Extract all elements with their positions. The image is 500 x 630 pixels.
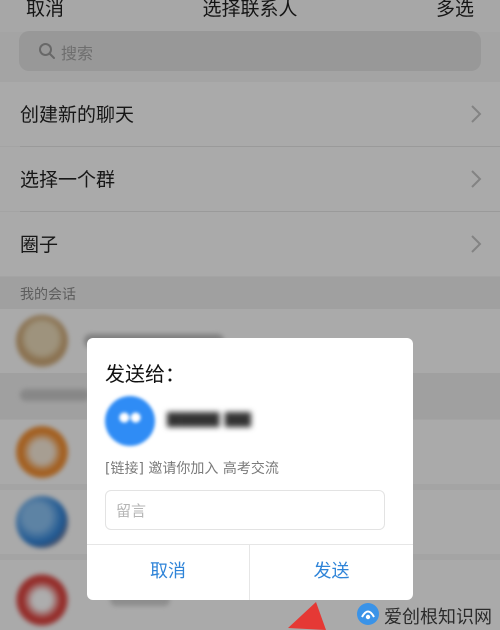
comment-placeholder: 留言 <box>116 502 147 520</box>
send-to-dialog: 发送给： ●● ▆▆▆▆ ▆▆ [链接] 邀请你加入 高考交流 留言 取消 发送 <box>87 338 413 600</box>
comment-input[interactable]: 留言 <box>105 490 385 530</box>
watermark-text: 爱创根知识网 <box>384 607 492 628</box>
send-button[interactable]: 发送 <box>250 544 413 600</box>
share-message: [链接] 邀请你加入 高考交流 <box>105 461 279 477</box>
recipient-avatar-initials: ●● <box>118 410 142 425</box>
cancel-button[interactable]: 取消 <box>87 544 249 600</box>
dialog-title: 发送给： <box>105 362 185 386</box>
watermark-logo-icon <box>357 603 379 625</box>
recipient-avatar: ●● <box>105 396 155 446</box>
watermark: 爱创根知识网 <box>356 598 500 630</box>
red-arrow-icon <box>288 602 326 630</box>
recipient-name: ▆▆▆▆ ▆▆ <box>167 408 251 428</box>
